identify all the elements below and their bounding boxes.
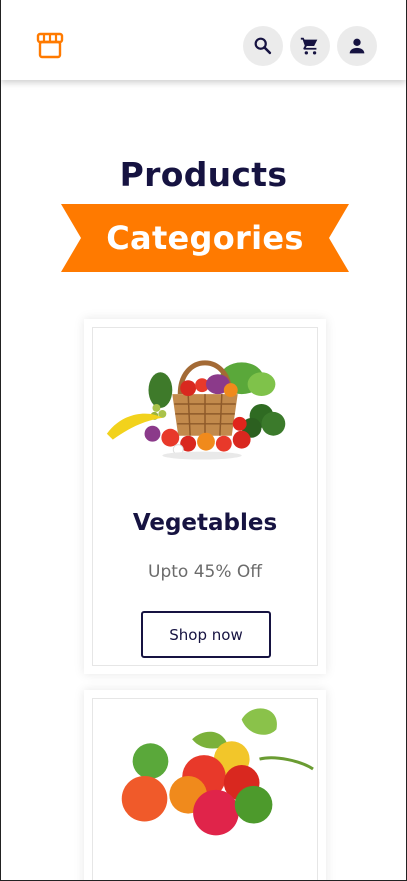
category-card-fruits[interactable] [84, 690, 326, 880]
vegetable-basket-image [106, 360, 286, 460]
category-offer: Upto 45% Off [148, 562, 262, 582]
card-border [92, 698, 318, 880]
account-button[interactable] [337, 26, 377, 66]
section-title: Products [119, 155, 288, 194]
card-border: Vegetables Upto 45% Off Shop now [92, 327, 318, 666]
storefront-icon[interactable] [35, 31, 65, 61]
app-frame: Products Categories Vegetables Upto 45% … [0, 0, 407, 881]
cart-button[interactable] [290, 26, 330, 66]
top-header [1, 0, 406, 80]
fresh-fruits-image [121, 708, 314, 836]
section-ribbon-label: Categories [106, 219, 304, 257]
shop-now-button[interactable]: Shop now [141, 611, 271, 658]
search-button[interactable] [243, 26, 283, 66]
search-icon [254, 37, 272, 55]
category-card-vegetables[interactable]: Vegetables Upto 45% Off Shop now [84, 319, 326, 674]
user-icon [349, 38, 365, 54]
category-title: Vegetables [132, 510, 278, 536]
cart-icon [300, 37, 318, 55]
